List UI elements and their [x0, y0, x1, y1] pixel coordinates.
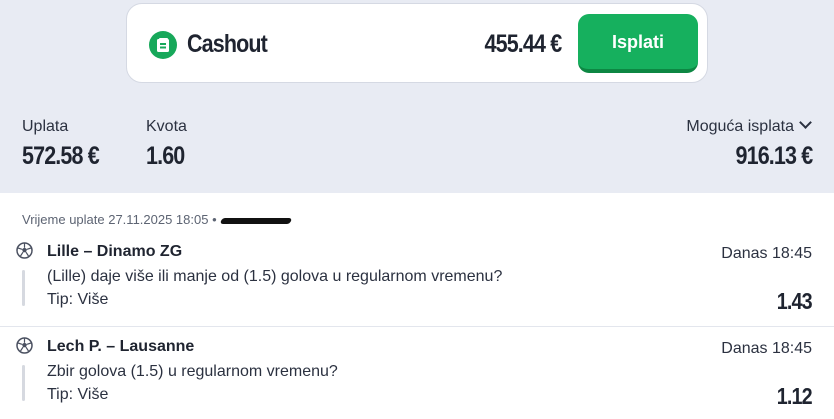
event-divider-bar: [22, 365, 25, 401]
redacted-ticket-id: [219, 217, 292, 224]
football-icon: [16, 242, 33, 259]
cashout-amount: 455.44 €: [484, 30, 562, 58]
cashout-label: Cashout: [187, 30, 268, 58]
bet-tip: Tip: Više: [47, 291, 109, 308]
cashout-card: Cashout 455.44 € Isplati: [126, 3, 708, 83]
ticket-summary-panel: Cashout 455.44 € Isplati Uplata 572.58 €…: [0, 0, 834, 193]
possible-payout-toggle[interactable]: Moguća isplata: [686, 116, 812, 136]
chevron-down-icon: [799, 116, 812, 129]
match-time: Danas 18:45: [721, 340, 812, 357]
odds-label: Kvota: [146, 118, 187, 135]
placed-time-text: Vrijeme uplate 27.11.2025 18:05 •: [22, 212, 217, 227]
ticket-icon: [149, 31, 177, 59]
stake-label: Uplata: [22, 118, 69, 135]
placed-time: Vrijeme uplate 27.11.2025 18:05 •: [22, 212, 292, 227]
bet-question: (Lille) daje više ili manje od (1.5) gol…: [47, 268, 503, 285]
football-icon: [16, 337, 33, 354]
match-title: Lille – Dinamo ZG: [47, 243, 183, 260]
odds-value: 1.60: [146, 142, 185, 170]
match-time: Danas 18:45: [721, 245, 812, 262]
event-divider-bar: [22, 270, 25, 306]
possible-payout-label: Moguća isplata: [686, 118, 794, 135]
bet-odd: 1.12: [776, 383, 813, 409]
possible-payout-value: 916.13 €: [735, 142, 813, 170]
bet-odd: 1.43: [776, 288, 813, 314]
match-title: Lech P. – Lausanne: [47, 338, 195, 355]
event-row[interactable]: Lille – Dinamo ZG Danas 18:45 (Lille) da…: [0, 232, 834, 326]
bet-tip: Tip: Više: [47, 386, 109, 403]
stake-value: 572.58 €: [22, 142, 100, 170]
cashout-button[interactable]: Isplati: [578, 14, 698, 73]
bet-question: Zbir golova (1.5) u regularnom vremenu?: [47, 363, 338, 380]
event-row[interactable]: Lech P. – Lausanne Danas 18:45 Zbir golo…: [0, 326, 834, 419]
